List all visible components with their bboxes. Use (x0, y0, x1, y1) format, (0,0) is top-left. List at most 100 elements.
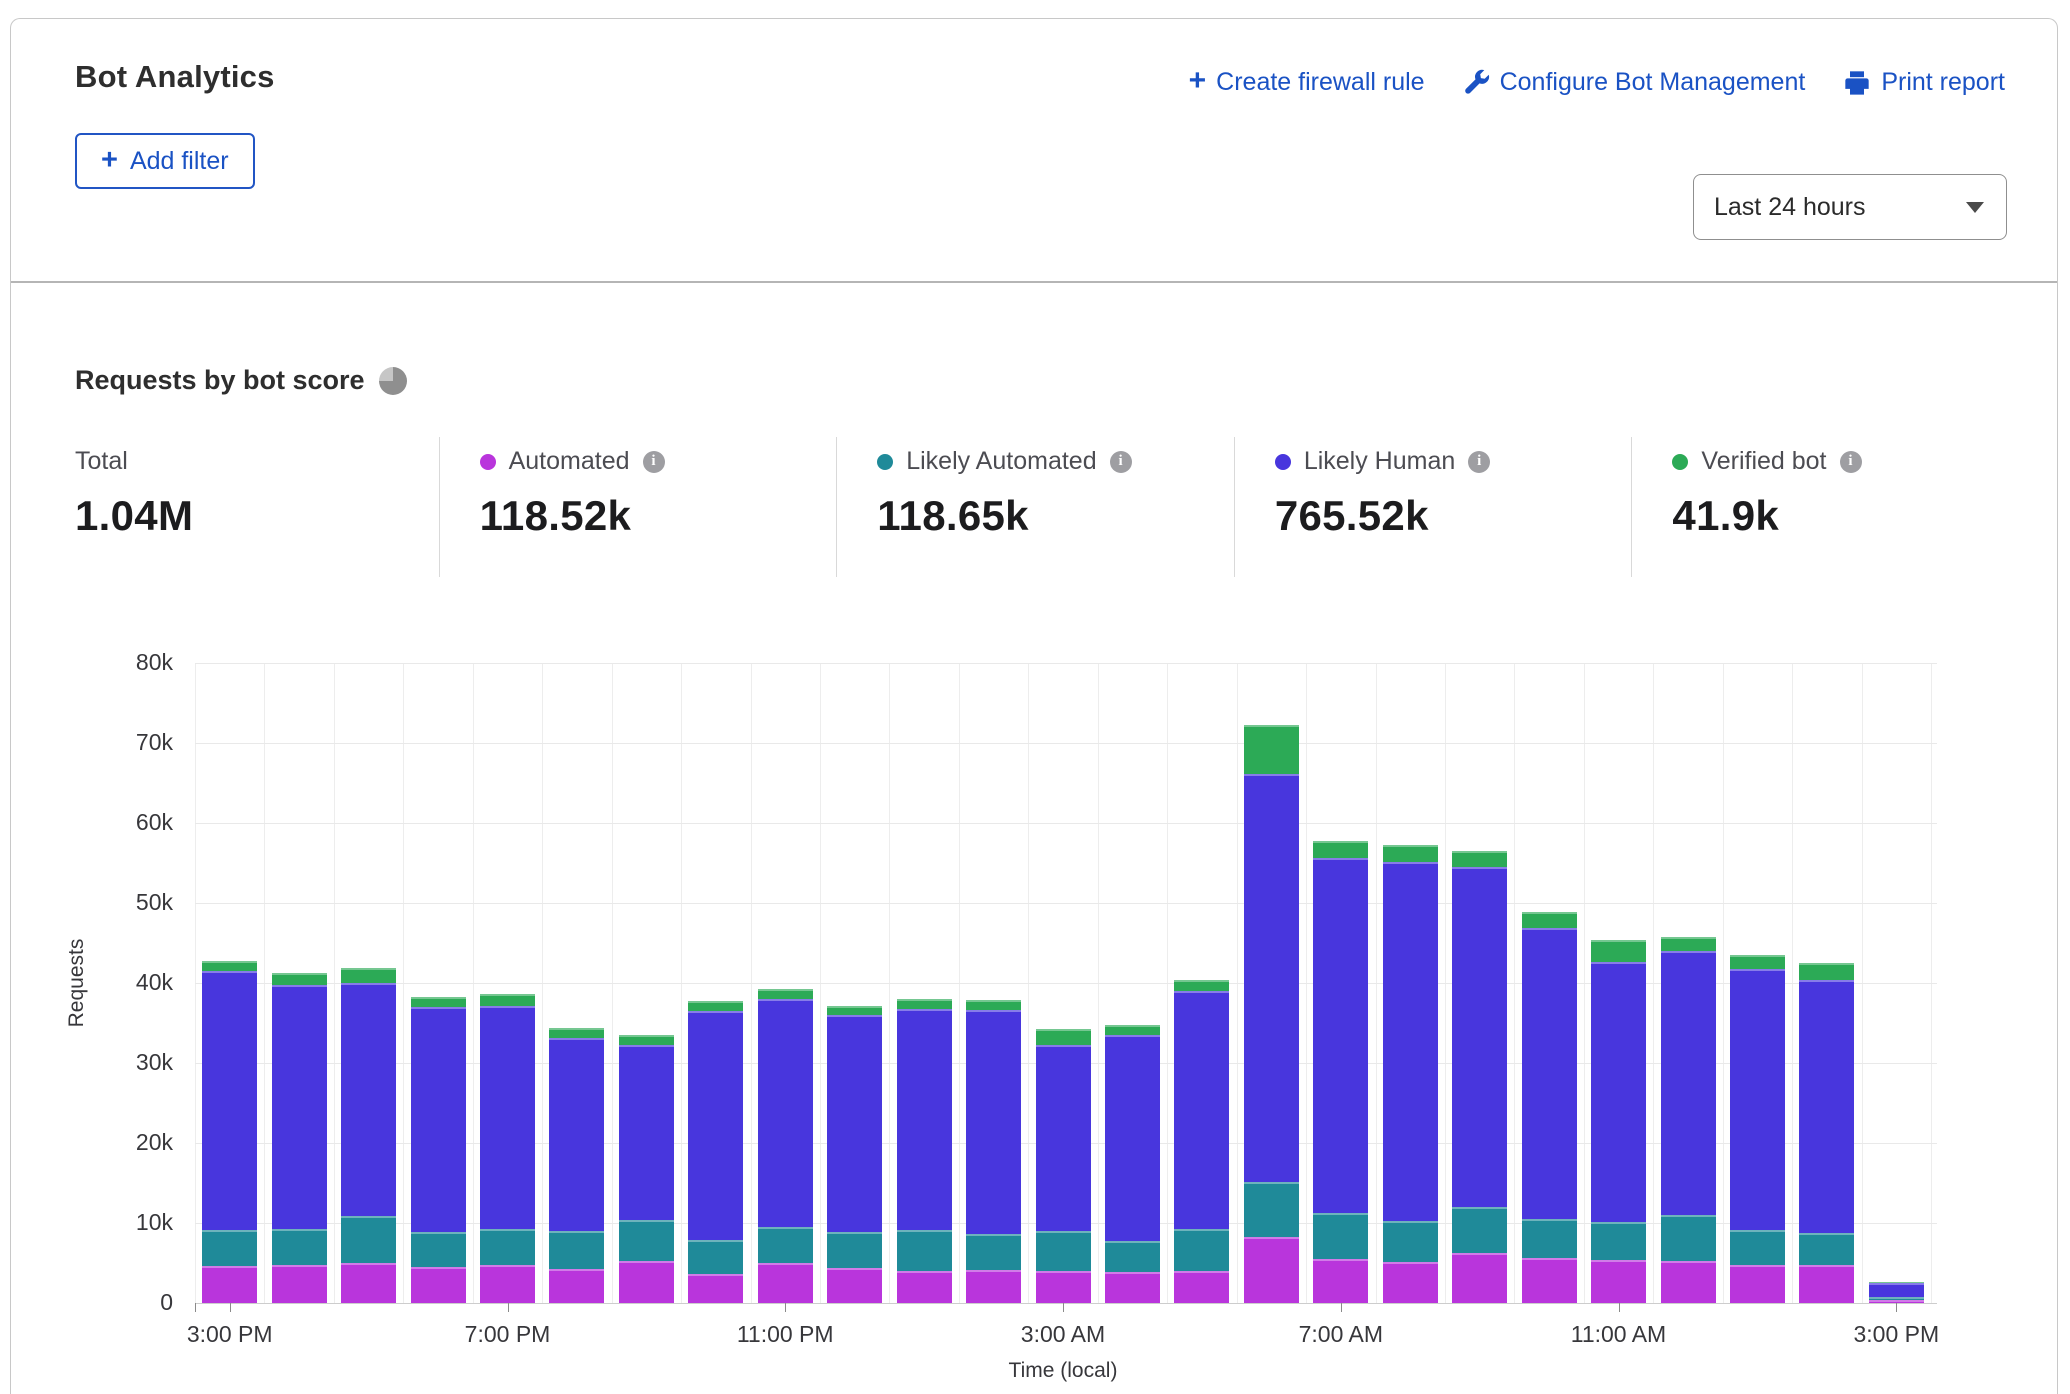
bar-segment-likely-human[interactable] (202, 971, 257, 1229)
bar-segment-automated[interactable] (341, 1263, 396, 1303)
bar-5-00-am[interactable] (1174, 980, 1229, 1303)
bar-11-00-am[interactable] (1591, 940, 1646, 1303)
bar-segment-likely-automated[interactable] (1383, 1221, 1438, 1262)
bar-segment-likely-automated[interactable] (966, 1234, 1021, 1270)
bar-6-00-am[interactable] (1244, 725, 1299, 1303)
bar-segment-verified-bot[interactable] (1661, 937, 1716, 951)
bar-segment-likely-human[interactable] (1383, 862, 1438, 1222)
bar-segment-likely-human[interactable] (619, 1045, 674, 1219)
bar-11-00-pm[interactable] (758, 989, 813, 1303)
bar-segment-verified-bot[interactable] (1730, 955, 1785, 969)
bar-segment-verified-bot[interactable] (827, 1006, 882, 1015)
bar-segment-verified-bot[interactable] (1105, 1025, 1160, 1035)
bar-segment-automated[interactable] (1313, 1259, 1368, 1303)
bar-8-00-am[interactable] (1383, 845, 1438, 1303)
bar-segment-likely-human[interactable] (549, 1038, 604, 1231)
bar-segment-likely-automated[interactable] (1174, 1229, 1229, 1271)
bar-segment-verified-bot[interactable] (411, 997, 466, 1007)
bar-segment-verified-bot[interactable] (1313, 841, 1368, 858)
bar-segment-automated[interactable] (1452, 1253, 1507, 1303)
bar-segment-automated[interactable] (758, 1263, 813, 1302)
bar-segment-likely-automated[interactable] (411, 1232, 466, 1266)
bar-segment-verified-bot[interactable] (272, 973, 327, 985)
bar-2-00-am[interactable] (966, 1000, 1021, 1303)
bar-segment-verified-bot[interactable] (1799, 963, 1854, 980)
bar-segment-likely-automated[interactable] (1105, 1241, 1160, 1272)
bar-9-00-am[interactable] (1452, 851, 1507, 1303)
bar-7-00-pm[interactable] (480, 994, 535, 1303)
bar-segment-likely-human[interactable] (1661, 951, 1716, 1215)
bar-segment-automated[interactable] (1036, 1271, 1091, 1303)
bar-12-00-am[interactable] (827, 1006, 882, 1303)
bar-segment-verified-bot[interactable] (1452, 851, 1507, 867)
bar-1-00-am[interactable] (897, 999, 952, 1303)
bar-9-00-pm[interactable] (619, 1035, 674, 1303)
bar-segment-likely-human[interactable] (272, 985, 327, 1230)
bar-3-00-pm[interactable] (202, 961, 257, 1303)
bar-segment-automated[interactable] (1869, 1300, 1924, 1303)
bar-segment-likely-human[interactable] (480, 1006, 535, 1229)
bar-segment-automated[interactable] (1174, 1271, 1229, 1303)
bar-segment-likely-automated[interactable] (202, 1230, 257, 1266)
bar-segment-verified-bot[interactable] (549, 1028, 604, 1038)
bar-segment-likely-human[interactable] (1244, 774, 1299, 1183)
bar-segment-likely-automated[interactable] (549, 1231, 604, 1269)
bar-segment-verified-bot[interactable] (619, 1035, 674, 1045)
bar-segment-automated[interactable] (549, 1269, 604, 1303)
bar-segment-verified-bot[interactable] (1522, 912, 1577, 928)
bar-segment-automated[interactable] (411, 1267, 466, 1303)
bar-segment-likely-human[interactable] (1799, 980, 1854, 1234)
bar-2-00-pm[interactable] (1799, 963, 1854, 1303)
bar-segment-likely-human[interactable] (341, 983, 396, 1216)
bar-segment-likely-human[interactable] (827, 1015, 882, 1233)
bar-7-00-am[interactable] (1313, 841, 1368, 1303)
bar-segment-likely-automated[interactable] (1522, 1219, 1577, 1258)
bar-segment-likely-automated[interactable] (1799, 1233, 1854, 1265)
bar-segment-likely-human[interactable] (758, 999, 813, 1227)
bar-segment-automated[interactable] (202, 1266, 257, 1303)
bar-segment-automated[interactable] (1522, 1258, 1577, 1303)
bar-segment-likely-automated[interactable] (480, 1229, 535, 1265)
bar-segment-likely-human[interactable] (1522, 928, 1577, 1219)
bar-3-00-am[interactable] (1036, 1029, 1091, 1303)
bar-segment-automated[interactable] (897, 1271, 952, 1303)
bar-segment-automated[interactable] (1730, 1265, 1785, 1303)
bar-segment-likely-automated[interactable] (897, 1230, 952, 1271)
bar-segment-likely-human[interactable] (1452, 867, 1507, 1207)
bar-segment-likely-automated[interactable] (1313, 1213, 1368, 1259)
bar-segment-likely-automated[interactable] (1244, 1182, 1299, 1237)
bar-10-00-pm[interactable] (688, 1001, 743, 1303)
bar-segment-likely-automated[interactable] (827, 1232, 882, 1267)
bar-segment-automated[interactable] (1799, 1265, 1854, 1303)
bar-segment-verified-bot[interactable] (966, 1000, 1021, 1010)
bar-segment-automated[interactable] (827, 1268, 882, 1303)
bar-segment-verified-bot[interactable] (897, 999, 952, 1009)
bar-segment-verified-bot[interactable] (202, 961, 257, 971)
bar-segment-likely-automated[interactable] (1661, 1215, 1716, 1261)
bar-segment-verified-bot[interactable] (1036, 1029, 1091, 1045)
bar-segment-likely-human[interactable] (966, 1010, 1021, 1234)
bar-segment-likely-automated[interactable] (272, 1229, 327, 1265)
bar-8-00-pm[interactable] (549, 1028, 604, 1303)
bar-12-00-pm[interactable] (1661, 937, 1716, 1303)
bar-segment-verified-bot[interactable] (480, 994, 535, 1006)
bar-segment-automated[interactable] (1105, 1272, 1160, 1302)
bar-segment-automated[interactable] (619, 1261, 674, 1303)
bar-segment-likely-human[interactable] (1869, 1283, 1924, 1297)
bar-segment-automated[interactable] (688, 1274, 743, 1303)
bar-segment-verified-bot[interactable] (688, 1001, 743, 1011)
bar-1-00-pm[interactable] (1730, 955, 1785, 1303)
bar-segment-likely-human[interactable] (1730, 969, 1785, 1230)
bar-segment-likely-human[interactable] (1591, 962, 1646, 1222)
bar-segment-verified-bot[interactable] (1383, 845, 1438, 862)
bar-segment-verified-bot[interactable] (341, 968, 396, 983)
bar-4-00-pm[interactable] (272, 973, 327, 1303)
bar-segment-verified-bot[interactable] (1174, 980, 1229, 991)
bar-segment-likely-automated[interactable] (619, 1220, 674, 1261)
bar-segment-automated[interactable] (1591, 1260, 1646, 1303)
bar-segment-likely-automated[interactable] (1730, 1230, 1785, 1264)
bar-segment-likely-automated[interactable] (758, 1227, 813, 1264)
bar-segment-automated[interactable] (1244, 1237, 1299, 1303)
bar-segment-likely-automated[interactable] (341, 1216, 396, 1263)
bar-segment-automated[interactable] (272, 1265, 327, 1303)
